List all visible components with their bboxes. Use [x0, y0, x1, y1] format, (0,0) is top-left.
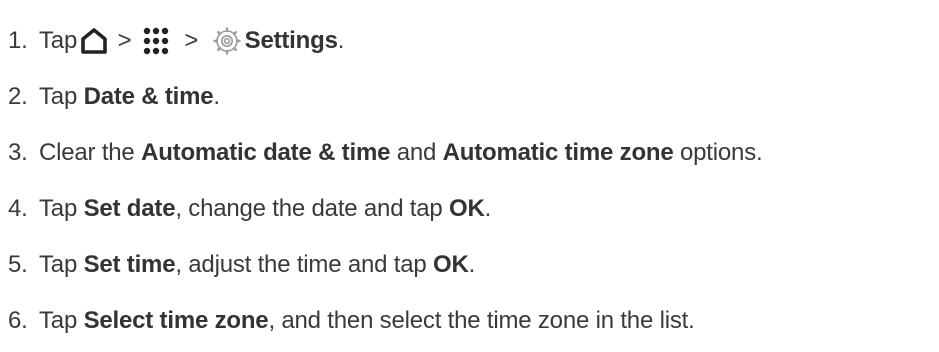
step-text-end: , and then select the time zone in the l…: [268, 307, 695, 334]
ok-label: OK: [449, 195, 485, 222]
step-text-end: .: [468, 251, 476, 278]
automatic-time-zone-label: Automatic time zone: [442, 139, 674, 166]
step-text: Tap: [39, 83, 84, 110]
step-separator: >: [177, 27, 205, 54]
step-4: 4. Tap Set date , change the date and ta…: [8, 189, 491, 229]
settings-gear-icon: [212, 27, 241, 55]
ok-label: OK: [432, 251, 469, 278]
automatic-date-time-label: Automatic date & time: [141, 139, 391, 166]
step-text-end: .: [484, 195, 492, 222]
step-6: 6. Tap Select time zone , and then selec…: [8, 301, 695, 341]
step-text: , adjust the time and tap: [175, 251, 433, 278]
step-number: 1.: [8, 27, 28, 54]
step-number: 4.: [8, 195, 28, 222]
apps-grid-icon: [142, 26, 176, 56]
settings-label: Settings: [244, 27, 338, 54]
set-time-label: Set time: [83, 251, 176, 278]
step-text: Tap: [39, 251, 84, 278]
step-number: 6.: [8, 307, 28, 334]
step-separator: >: [111, 27, 138, 54]
date-time-label: Date & time: [83, 83, 214, 110]
step-number: 5.: [8, 251, 28, 278]
step-number: 2.: [8, 83, 28, 110]
step-text: Tap: [39, 307, 84, 334]
step-text: , change the date and tap: [175, 195, 450, 222]
step-text-end: .: [213, 83, 220, 110]
step-text: Clear the: [39, 139, 142, 166]
set-date-label: Set date: [83, 195, 176, 222]
select-time-zone-label: Select time zone: [83, 307, 269, 334]
step-2: 2. Tap Date & time .: [8, 77, 220, 117]
step-text-end: options.: [673, 139, 763, 166]
step-text: Tap: [39, 27, 78, 54]
step-3: 3. Clear the Automatic date & time and A…: [8, 133, 763, 173]
step-text: Tap: [39, 195, 84, 222]
step-text-end: .: [337, 27, 345, 54]
home-icon: [79, 27, 109, 55]
step-number: 3.: [8, 139, 28, 166]
step-1: 1. Tap > > Settings .: [8, 21, 344, 61]
step-5: 5. Tap Set time , adjust the time and ta…: [8, 245, 475, 285]
step-text: and: [390, 139, 443, 166]
